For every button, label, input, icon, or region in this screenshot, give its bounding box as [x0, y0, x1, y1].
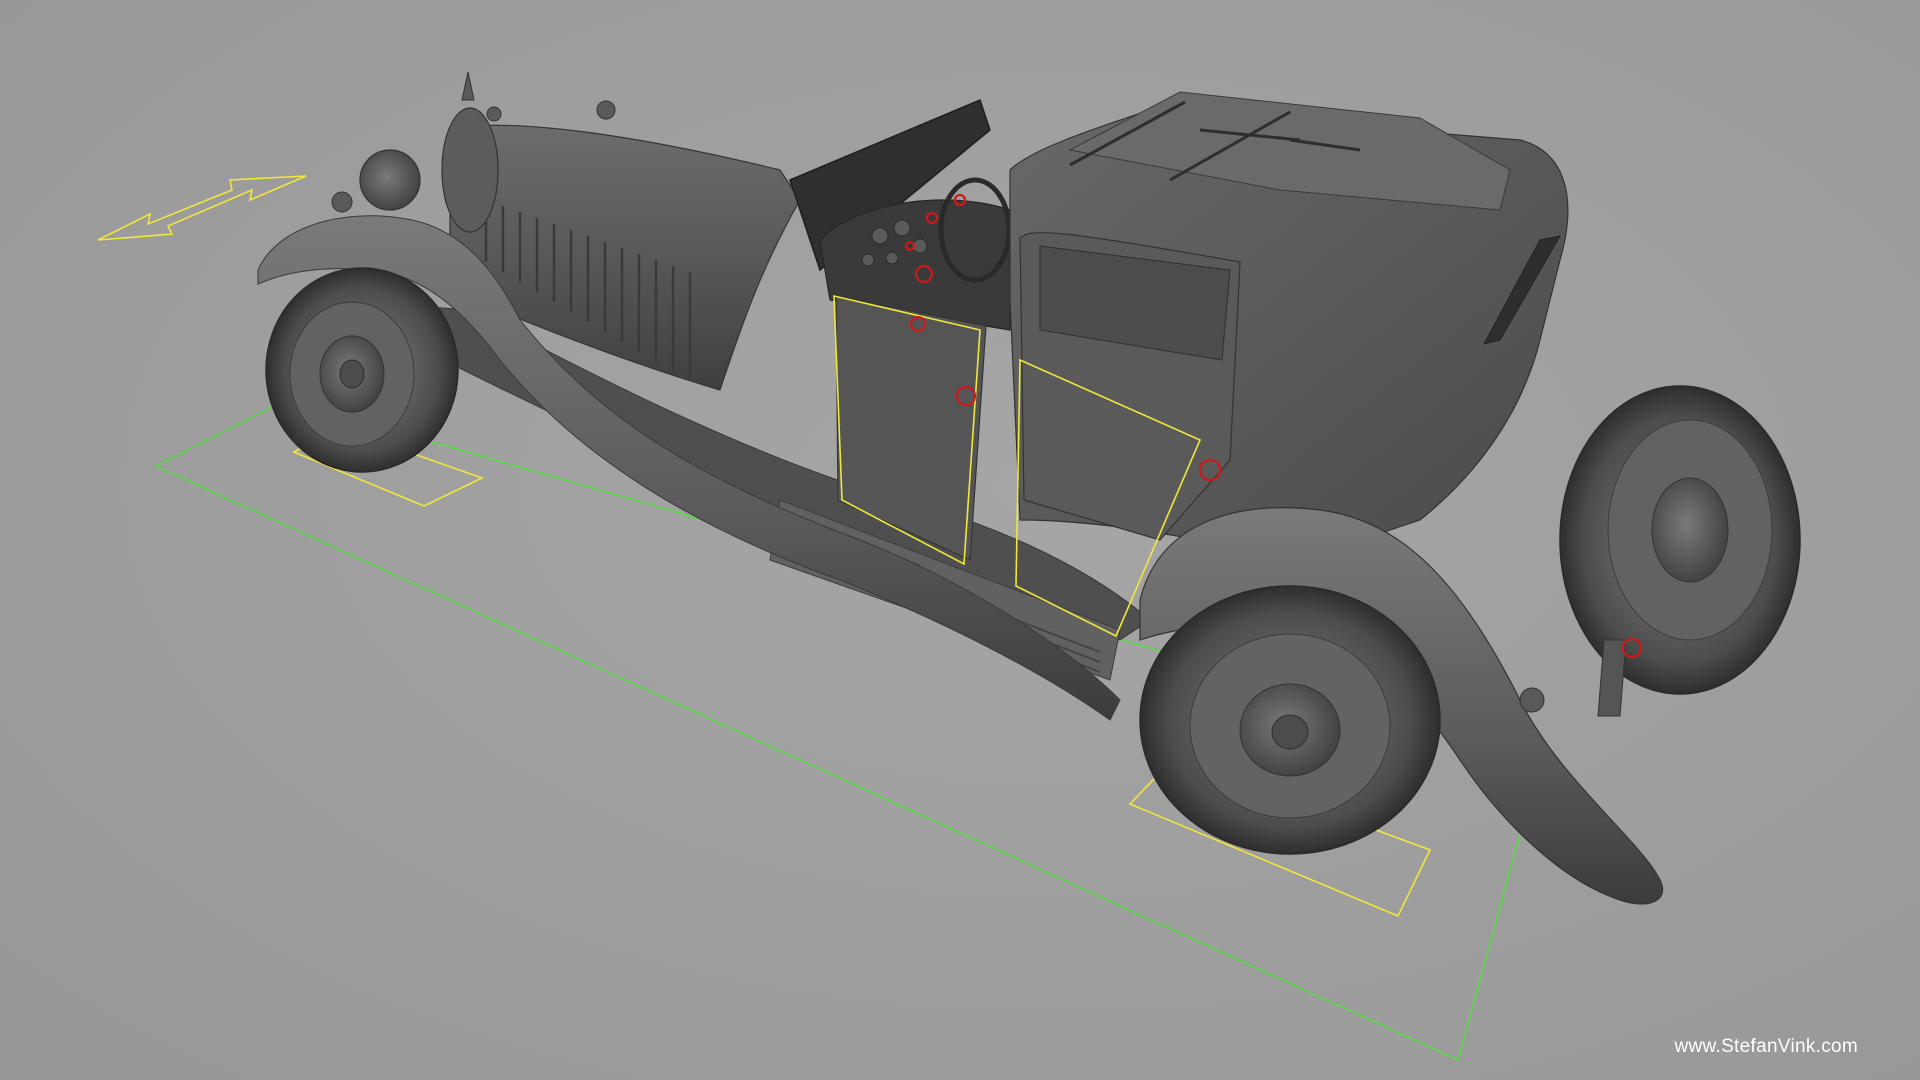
mascot-ornament [461, 71, 475, 101]
tail-lamp [1519, 687, 1545, 713]
move-arrow-gizmo[interactable] [97, 175, 307, 241]
hood-cap [486, 106, 502, 122]
3d-viewport[interactable]: www.StefanVink.com [0, 0, 1920, 1080]
scene-canvas[interactable] [0, 0, 1920, 1080]
radiator-shell[interactable] [441, 107, 499, 233]
rear-wheel[interactable] [1139, 585, 1441, 855]
headlamp[interactable] [359, 149, 421, 211]
horn-cap [596, 100, 616, 120]
spare-wheel[interactable] [1559, 385, 1801, 695]
side-lamp-front [331, 191, 353, 213]
watermark-text: www.StefanVink.com [1674, 1036, 1858, 1057]
front-wheel[interactable] [265, 267, 459, 473]
